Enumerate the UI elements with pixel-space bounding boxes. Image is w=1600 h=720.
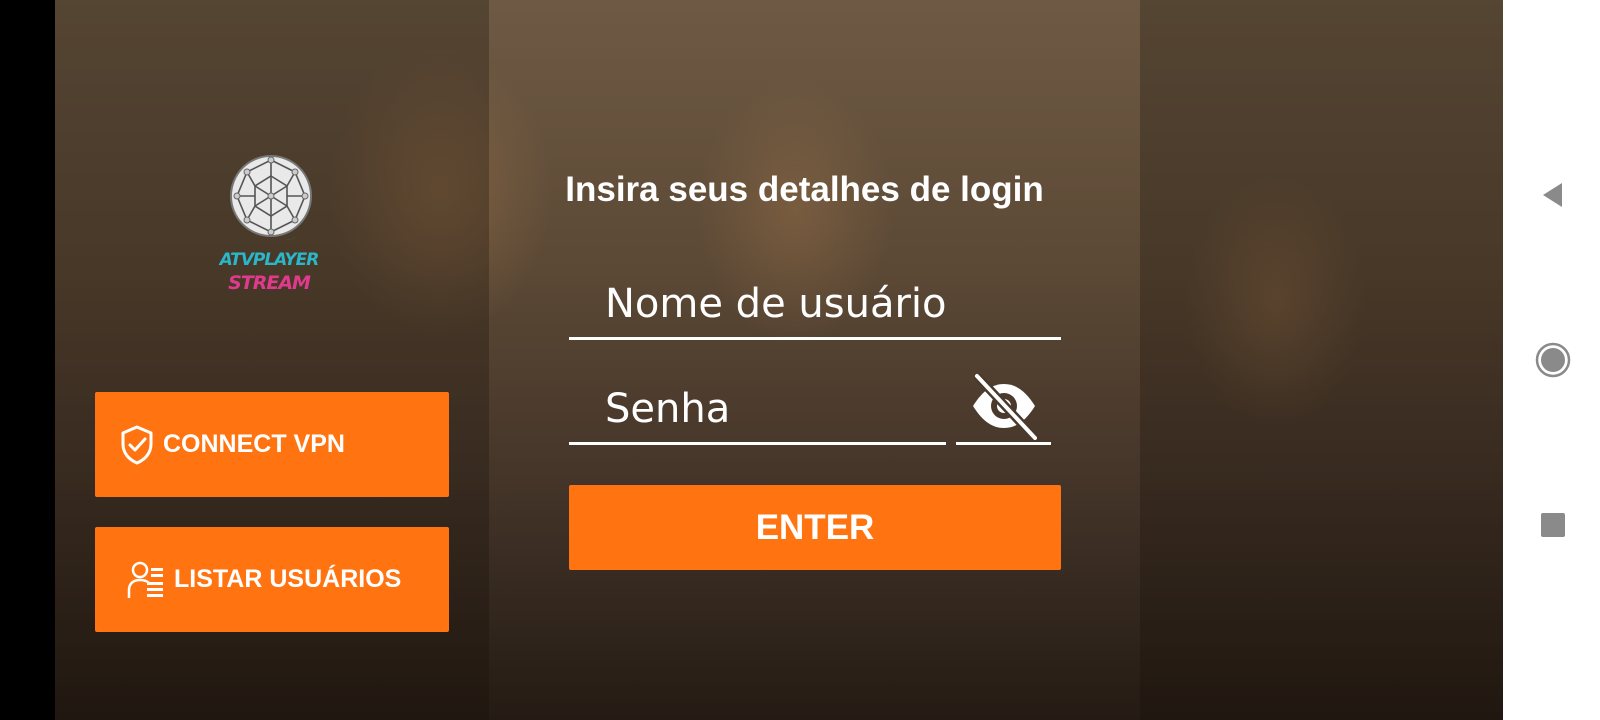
left-edge-bar: [0, 0, 55, 720]
background-photo-right: [1140, 0, 1503, 720]
nav-recents-button[interactable]: [1533, 505, 1573, 545]
globe-logo-icon: [230, 155, 317, 241]
user-list-icon: [127, 560, 165, 600]
logo-text-atvplayer: ATVPLAYER: [219, 250, 320, 270]
username-field-wrapper: [569, 270, 1061, 340]
password-field-wrapper: [569, 375, 946, 445]
nav-back-button[interactable]: [1533, 175, 1573, 215]
list-users-label: LISTAR USUÁRIOS: [174, 565, 402, 593]
password-input[interactable]: [569, 375, 946, 442]
shield-check-icon: [120, 425, 154, 465]
login-title: Insira seus detalhes de login: [565, 170, 1044, 209]
username-input[interactable]: [569, 270, 1061, 337]
eye-off-icon: [972, 372, 1038, 440]
nav-home-button[interactable]: [1533, 340, 1573, 380]
list-users-button[interactable]: LISTAR USUÁRIOS: [95, 527, 449, 632]
enter-button[interactable]: ENTER: [569, 485, 1061, 570]
home-circle-icon: [1535, 342, 1571, 378]
app-logo: ATVPLAYER STREAM: [213, 152, 325, 302]
enter-label: ENTER: [755, 507, 875, 547]
connect-vpn-label: CONNECT VPN: [163, 430, 345, 458]
password-visibility-toggle[interactable]: [956, 370, 1051, 445]
connect-vpn-button[interactable]: CONNECT VPN: [95, 392, 449, 497]
logo-text-stream: STREAM: [228, 272, 311, 294]
system-nav-bar: [1503, 0, 1600, 720]
back-triangle-icon: [1543, 183, 1562, 207]
screen: ATVPLAYER STREAM CONNECT VPN LISTAR USUÁ…: [0, 0, 1600, 720]
login-screen: ATVPLAYER STREAM CONNECT VPN LISTAR USUÁ…: [55, 0, 1503, 720]
recents-square-icon: [1541, 513, 1565, 537]
